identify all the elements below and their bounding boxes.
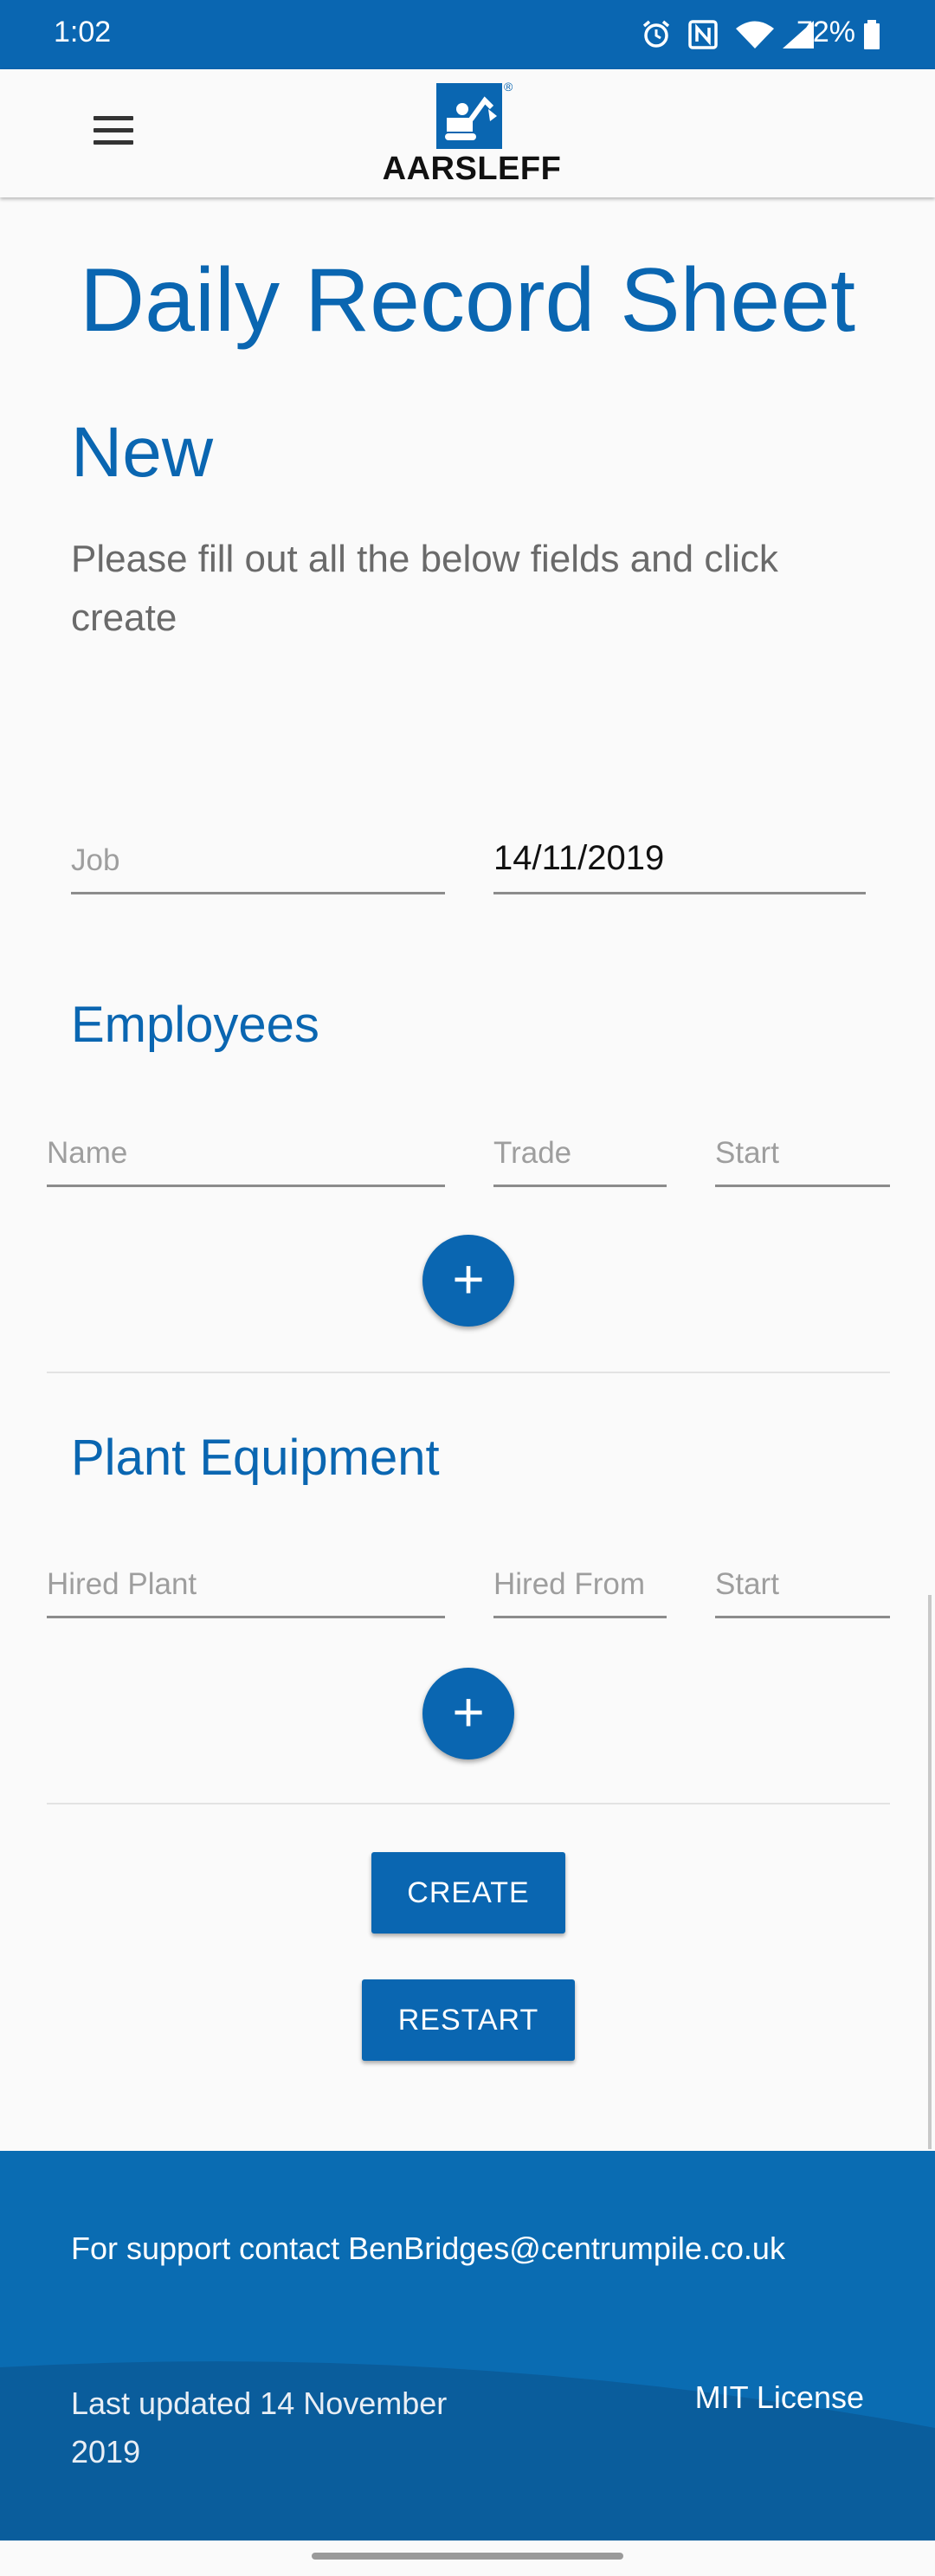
employee-trade-placeholder: Trade <box>493 1136 572 1170</box>
hired-plant-placeholder: Hired Plant <box>47 1567 197 1601</box>
hired-plant-field[interactable]: Hired Plant <box>47 1567 445 1618</box>
logo-mark <box>436 83 502 149</box>
wifi-icon <box>736 21 774 48</box>
plus-icon: + <box>452 1248 485 1310</box>
aarsleff-logo: ® AARSLEFF <box>372 80 571 190</box>
support-contact: For support contact BenBridges@centrumpi… <box>71 2231 785 2266</box>
license-link[interactable]: MIT License <box>695 2379 864 2416</box>
menu-button[interactable] <box>90 116 139 151</box>
form-instructions: Please fill out all the below fields and… <box>71 538 778 639</box>
employee-trade-field[interactable]: Trade <box>493 1136 667 1187</box>
employee-start-field[interactable]: Start <box>715 1136 890 1187</box>
footer: For support contact BenBridges@centrumpi… <box>0 2151 935 2540</box>
hired-from-field[interactable]: Hired From <box>493 1567 667 1618</box>
section-divider <box>47 1803 890 1804</box>
plant-start-field[interactable]: Start <box>715 1567 890 1618</box>
nfc-icon <box>688 20 718 49</box>
plant-start-placeholder: Start <box>715 1567 779 1601</box>
menu-icon-bar <box>94 128 133 132</box>
menu-icon-bar <box>94 140 133 145</box>
section-divider <box>47 1372 890 1373</box>
home-gesture-handle[interactable] <box>312 2553 623 2560</box>
navigation-bar <box>0 2540 935 2576</box>
plant-equipment-heading: Plant Equipment <box>71 1430 440 1486</box>
employees-heading: Employees <box>71 997 319 1053</box>
app-header: ® AARSLEFF <box>0 69 935 197</box>
employee-name-placeholder: Name <box>47 1136 128 1170</box>
alarm-icon <box>642 20 670 48</box>
status-time: 1:02 <box>54 16 112 48</box>
date-value: 14/11/2019 <box>493 839 665 877</box>
logo-registered-mark: ® <box>504 80 513 94</box>
status-icons <box>571 0 935 69</box>
form-subtitle: New <box>71 413 214 492</box>
status-bar: 1:02 72% <box>0 0 935 69</box>
scrollbar[interactable] <box>928 1595 932 2149</box>
page-title: Daily Record Sheet <box>80 250 855 351</box>
job-field[interactable]: Job <box>71 843 445 894</box>
last-updated: Last updated 14 November 2019 <box>71 2386 448 2469</box>
job-placeholder: Job <box>71 843 120 877</box>
add-plant-button[interactable]: + <box>422 1668 514 1759</box>
employee-start-placeholder: Start <box>715 1136 779 1170</box>
add-employee-button[interactable]: + <box>422 1235 514 1327</box>
logo-wordmark: AARSLEFF <box>382 151 562 187</box>
date-field[interactable]: 14/11/2019 <box>493 839 866 894</box>
battery-icon <box>864 20 880 49</box>
employee-name-field[interactable]: Name <box>47 1136 445 1187</box>
plus-icon: + <box>452 1681 485 1743</box>
menu-icon <box>94 116 133 120</box>
excavator-icon <box>445 96 497 140</box>
hired-from-placeholder: Hired From <box>493 1567 646 1601</box>
restart-button[interactable]: RESTART <box>362 1979 575 2061</box>
battery-percent: 72% <box>796 16 855 48</box>
create-button[interactable]: CREATE <box>371 1852 565 1934</box>
